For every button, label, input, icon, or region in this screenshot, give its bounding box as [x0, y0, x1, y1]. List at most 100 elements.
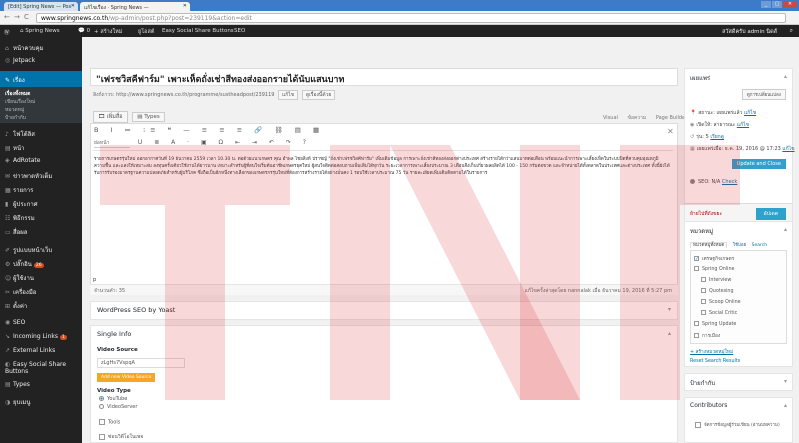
- category-item[interactable]: Scoop Online: [701, 299, 741, 305]
- howdy-user[interactable]: สวัสดีครับ admin นิดส์: [722, 28, 777, 36]
- forward-icon[interactable]: →: [14, 13, 20, 21]
- toggle-arrow-icon[interactable]: ▾: [784, 378, 787, 385]
- checkbox[interactable]: [695, 421, 701, 428]
- types-button[interactable]: ▤ Types: [132, 112, 165, 122]
- checkbox[interactable]: [99, 419, 105, 425]
- checkbox[interactable]: [701, 277, 706, 282]
- submenu-add-new[interactable]: เขียนเรื่องใหม่: [5, 98, 35, 106]
- window-close-icon[interactable]: ✕: [783, 1, 797, 8]
- site-name-link[interactable]: ⌂ Spring News: [20, 28, 60, 34]
- menu-collapse[interactable]: ◑ ยุบเมนู: [0, 393, 82, 407]
- revisions-browse-link[interactable]: เรียกดู: [710, 134, 724, 140]
- menu-media[interactable]: ▭ สื่อผล: [0, 223, 82, 237]
- admin-bar-seo-link[interactable]: ยูโอสต์: [138, 28, 154, 36]
- checkbox[interactable]: [701, 299, 706, 304]
- checkbox[interactable]: [694, 266, 699, 271]
- visibility-edit-link[interactable]: แก้ไข: [737, 122, 749, 128]
- toggle-arrow-icon[interactable]: ▴: [784, 73, 787, 80]
- menu-external-links[interactable]: ↗ External Links: [0, 343, 82, 357]
- add-video-source-button[interactable]: Add new Video Source: [97, 373, 156, 382]
- post-title-input[interactable]: "เฟรชวิสคีฟาร์ม" เพาะเห็ดถั่งเช่าสีทองส่…: [90, 68, 678, 86]
- browser-tab-2[interactable]: แก้ไขเรื่อง · Spring News — ✕: [80, 2, 190, 11]
- tab-page-builder[interactable]: Page Builder: [656, 115, 687, 121]
- post-body-text[interactable]: รายการเกษตรรุ่นใหม่ ออกอากาศวันที่ 19 ธั…: [94, 156, 672, 177]
- comments-link[interactable]: 💬 0: [78, 28, 90, 34]
- category-item[interactable]: Social Critic: [701, 310, 737, 316]
- checkbox[interactable]: [694, 333, 699, 338]
- new-content-link[interactable]: + สร้างใหม่: [94, 28, 122, 36]
- category-item[interactable]: Interview: [701, 277, 731, 283]
- menu-tools[interactable]: ✂ เครื่องมือ: [0, 283, 82, 297]
- seo-check-link[interactable]: Check: [722, 179, 737, 185]
- category-item[interactable]: Spring Update: [694, 321, 736, 327]
- submenu-categories[interactable]: หมวดหมู่: [5, 106, 24, 114]
- category-item[interactable]: ✓ เศรษฐกิจเกษตร: [694, 255, 734, 263]
- share-buttons-link[interactable]: Easy Social Share Buttons: [162, 28, 234, 34]
- menu-programs[interactable]: ▦ รายการ: [0, 181, 82, 195]
- browser-tab-1[interactable]: [Edit] Spring News — Pos ✕: [4, 2, 78, 11]
- submenu-all-posts[interactable]: เรื่องทั้งหมด: [5, 90, 30, 98]
- fullscreen-icon[interactable]: ✕: [667, 127, 674, 136]
- post-editor[interactable]: [90, 123, 678, 295]
- checkbox[interactable]: [701, 288, 706, 293]
- menu-pages[interactable]: ▤ หน้า: [0, 139, 82, 153]
- menu-adrotate[interactable]: ◈ AdRotate: [0, 153, 82, 167]
- menu-incoming-links[interactable]: ↘ Incoming Links 1: [0, 329, 82, 343]
- add-new-category-link[interactable]: + สร้างหมวดหมู่ใหม่: [690, 348, 733, 356]
- category-item[interactable]: Quotesing: [701, 288, 734, 294]
- minimize-icon[interactable]: _: [761, 1, 771, 8]
- toggle-arrow-icon[interactable]: ▾: [668, 306, 671, 313]
- menu-hosts[interactable]: ☷ พิธีกรรม: [0, 209, 82, 223]
- video-type-videoserver[interactable]: VideoServer: [99, 404, 137, 410]
- checkbox-checked[interactable]: ✓: [694, 256, 699, 262]
- toggle-arrow-icon[interactable]: ▴: [784, 226, 787, 233]
- checkbox[interactable]: [99, 433, 105, 440]
- video-type-youtube[interactable]: YouTube: [99, 396, 127, 402]
- editor-toolbar-icons[interactable]: U ≣ A · ▣ Ω ⇤ ⇥ ↶ ↷ ?: [138, 139, 311, 146]
- reset-search-link[interactable]: Reset Search Results: [690, 359, 740, 364]
- tab-visual[interactable]: Visual: [603, 115, 618, 121]
- permalink-url[interactable]: ลิงก์ถาวร: http://www.springnews.co.th/p…: [93, 92, 274, 98]
- menu-plugins[interactable]: ⚙ ปลั๊กอิน 26: [0, 255, 82, 269]
- tags-box[interactable]: ป้ายกำกับ ▾: [684, 373, 793, 391]
- tools-option[interactable]: Tools: [99, 419, 120, 426]
- menu-seo[interactable]: ◉ SEO: [0, 315, 82, 329]
- checkbox[interactable]: [694, 321, 699, 326]
- menu-jetpack[interactable]: ◎ Jetpack: [0, 53, 82, 67]
- format-select[interactable]: ย่อหน้า: [94, 139, 130, 148]
- radio-checked[interactable]: [99, 396, 104, 401]
- menu-share-buttons[interactable]: ◐ Easy Social Share Buttons: [0, 357, 72, 377]
- tab-text[interactable]: ข้อความ: [628, 115, 647, 121]
- close-icon[interactable]: ✕: [183, 3, 187, 9]
- view-post-button[interactable]: ดูเรื่องนี้ด้วย: [301, 90, 336, 100]
- status-edit-link[interactable]: แก้ไข: [744, 110, 756, 116]
- menu-appearance[interactable]: ✐ รูปแบบหน้าเว็บ: [0, 241, 82, 255]
- category-checklist[interactable]: ✓ เศรษฐกิจเกษตร Spring Online Interview Q…: [690, 250, 787, 344]
- radio-unchecked[interactable]: [99, 404, 104, 409]
- tab-most-used[interactable]: ใช้บ่อย: [733, 243, 746, 248]
- toggle-arrow-icon[interactable]: ▴: [668, 330, 671, 337]
- url-input[interactable]: www.springnews.co.th/wp-admin/post.php?p…: [36, 13, 786, 23]
- close-icon[interactable]: ✕: [71, 3, 75, 9]
- editor-toolbar-row-1[interactable]: B I ≔ ⁝≡ ❝ — ≡ ≡ ≡ 🔗 ⛓ ▤ ▦: [94, 126, 324, 134]
- update-and-close-button[interactable]: Update and Close: [731, 159, 786, 169]
- category-item[interactable]: การเมือง: [694, 332, 720, 340]
- menu-announcers[interactable]: ▮ ผู้ประกาศ: [0, 195, 82, 209]
- preview-changes-button[interactable]: ดูการเปลี่ยนแปลง: [741, 89, 786, 100]
- toggle-arrow-icon[interactable]: ▴: [784, 402, 787, 409]
- menu-settings[interactable]: ⊞ ตั้งค่า: [0, 297, 82, 311]
- menu-users[interactable]: ☺ ผู้ใช้งาน: [0, 269, 82, 283]
- menu-posts[interactable]: ✎ เรื่อง: [0, 71, 82, 87]
- menu-types[interactable]: ▤ Types: [0, 377, 82, 391]
- update-button[interactable]: อัปเดต: [755, 208, 786, 220]
- menu-headline-news[interactable]: ✉ ข่าวพาดหัวเต็ม: [0, 167, 82, 181]
- reload-icon[interactable]: C: [24, 13, 29, 21]
- yoast-seo-box[interactable]: WordPress SEO by Yoast ▾: [90, 301, 678, 320]
- permalink-edit-button[interactable]: แก้ไข: [278, 90, 299, 100]
- menu-dashboard[interactable]: ⌂ หน้าควบคุม: [0, 39, 82, 53]
- wp-logo-icon[interactable]: Ⓦ: [4, 28, 10, 36]
- tab-search[interactable]: Search: [752, 243, 767, 248]
- seo-link[interactable]: SEO: [234, 28, 245, 34]
- add-media-button[interactable]: 🎞 เพิ่มสื่อ: [93, 111, 128, 123]
- checkbox[interactable]: [701, 310, 706, 315]
